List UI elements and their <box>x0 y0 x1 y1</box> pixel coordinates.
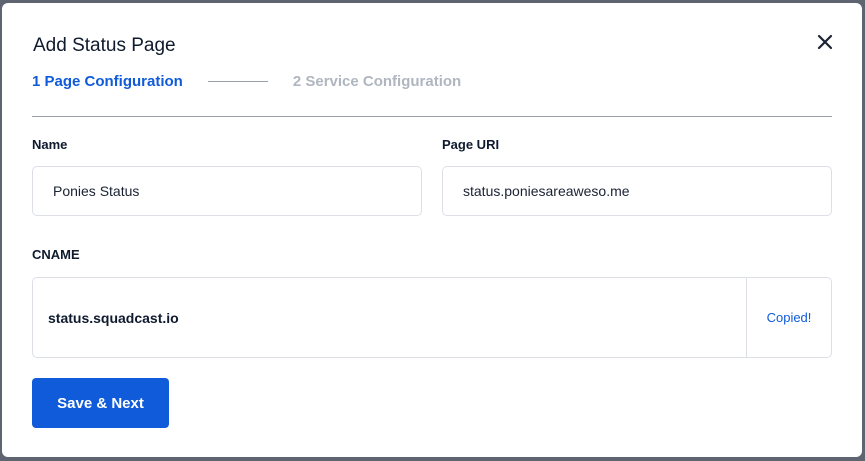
page-uri-input[interactable]: status.poniesareaweso.me <box>442 166 832 216</box>
dialog-title: Add Status Page <box>33 35 176 56</box>
save-next-button[interactable]: Save & Next <box>32 378 169 428</box>
name-input[interactable]: Ponies Status <box>32 166 422 216</box>
step-connector <box>207 81 268 82</box>
stepper: 1 Page Configuration 2 Service Configura… <box>32 73 461 90</box>
name-label: Name <box>32 137 68 152</box>
cname-field: status.squadcast.io Copied! <box>32 277 832 358</box>
page-uri-label: Page URI <box>442 137 500 152</box>
cname-value: status.squadcast.io <box>48 309 179 326</box>
step-service-configuration[interactable]: 2 Service Configuration <box>293 73 461 90</box>
cname-label: CNAME <box>32 247 80 262</box>
divider <box>32 116 832 117</box>
add-status-page-dialog: Add Status Page 1 Page Configuration 2 S… <box>2 3 862 457</box>
copy-button[interactable]: Copied! <box>746 278 831 357</box>
close-icon[interactable] <box>814 31 836 53</box>
step-page-configuration[interactable]: 1 Page Configuration <box>32 73 183 90</box>
